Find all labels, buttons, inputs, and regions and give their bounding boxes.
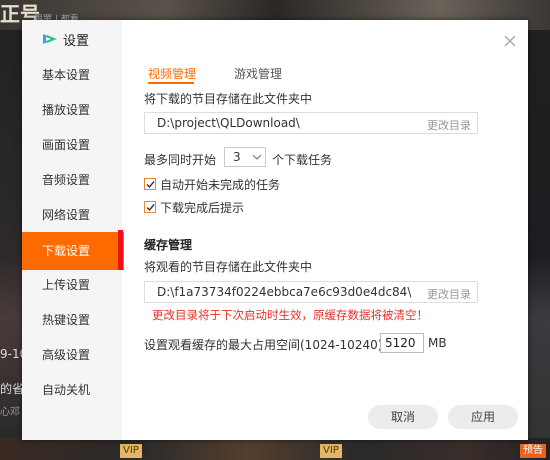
max-cache-space-unit: MB — [428, 336, 447, 350]
sidebar-item-audio[interactable]: 音频设置 — [22, 163, 122, 198]
sidebar-item-auto-shutdown[interactable]: 自动关机 — [22, 373, 122, 408]
tab-video-management[interactable]: 视频管理 — [148, 65, 196, 82]
sidebar-item-label: 基本设置 — [42, 68, 91, 82]
cache-change-dir-button[interactable]: 更改目录 — [427, 286, 471, 302]
sidebar-item-download[interactable]: 下载设置 — [22, 232, 124, 270]
cache-folder-path: D:\f1a73734f0224ebbca7e6c93d0e4dc84\ — [157, 285, 412, 299]
settings-sidebar: 设置 基本设置 播放设置 画面设置 音频设置 网络设置 下载设置 上传设置 热键… — [22, 20, 124, 440]
sidebar-item-picture[interactable]: 画面设置 — [22, 128, 122, 163]
sidebar-item-label: 播放设置 — [42, 103, 91, 117]
sidebar-item-label: 热键设置 — [42, 313, 91, 327]
cache-warning-text: 更改目录将于下次启动时生效，原缓存数据将被清空！ — [152, 308, 428, 322]
download-change-dir-button[interactable]: 更改目录 — [427, 117, 471, 133]
cache-folder-field[interactable]: D:\f1a73734f0224ebbca7e6c93d0e4dc84\ 更改目… — [144, 281, 478, 303]
checkmark-icon — [146, 203, 155, 211]
sidebar-item-upload[interactable]: 上传设置 — [22, 268, 122, 303]
dialog-logo: 设置 — [42, 30, 90, 49]
cache-section-title: 缓存管理 — [144, 238, 193, 252]
download-folder-label: 将下载的节目存储在此文件夹中 — [144, 92, 313, 106]
sidebar-item-playback[interactable]: 播放设置 — [22, 93, 122, 128]
sidebar-item-label: 高级设置 — [42, 348, 91, 362]
auto-start-checkbox[interactable] — [144, 178, 156, 190]
video-app-icon — [43, 34, 57, 44]
background-right-strip — [528, 30, 550, 440]
dialog-title: 设置 — [63, 33, 90, 49]
max-tasks-prefix: 最多同时开始 — [144, 153, 217, 167]
preview-badge: 预告 — [520, 444, 546, 458]
sidebar-item-label: 下载设置 — [42, 244, 91, 258]
sidebar-item-label: 音频设置 — [42, 173, 91, 187]
chevron-down-icon — [252, 154, 262, 160]
sidebar-item-label: 自动关机 — [42, 383, 91, 397]
active-tab-underline — [148, 82, 194, 84]
background-side-text: 的省 — [0, 382, 25, 396]
max-tasks-value: 3 — [233, 150, 241, 164]
download-folder-path: D:\project\QLDownload\ — [157, 116, 300, 130]
sidebar-item-label: 上传设置 — [42, 278, 91, 292]
max-cache-space-input[interactable]: 5120 — [380, 333, 424, 353]
background-left-strip — [0, 30, 22, 440]
cache-folder-label: 将观看的节目存储在此文件夹中 — [144, 260, 313, 274]
sidebar-item-basic[interactable]: 基本设置 — [22, 58, 122, 93]
tab-game-management[interactable]: 游戏管理 — [234, 65, 282, 82]
notify-label: 下载完成后提示 — [160, 201, 245, 215]
background-side-text: 心邓 — [0, 407, 20, 418]
sidebar-item-network[interactable]: 网络设置 — [22, 198, 122, 233]
download-folder-field[interactable]: D:\project\QLDownload\ 更改目录 — [144, 112, 478, 134]
cancel-button[interactable]: 取消 — [368, 405, 438, 429]
max-cache-space-label: 设置观看缓存的最大占用空间(1024-10240) — [144, 338, 383, 352]
sidebar-item-advanced[interactable]: 高级设置 — [22, 338, 122, 373]
vip-badge: VIP — [320, 444, 342, 458]
background-thumbnails: VIP VIP 预告 — [0, 438, 550, 460]
auto-start-label: 自动开始未完成的任务 — [160, 178, 281, 192]
sidebar-item-hotkeys[interactable]: 热键设置 — [22, 303, 122, 338]
settings-dialog: 设置 基本设置 播放设置 画面设置 音频设置 网络设置 下载设置 上传设置 热键… — [22, 20, 528, 440]
settings-content: 视频管理 游戏管理 将下载的节目存储在此文件夹中 D:\project\QLDo… — [122, 20, 528, 440]
sidebar-item-label: 网络设置 — [42, 208, 91, 222]
checkmark-icon — [146, 180, 155, 188]
max-tasks-select[interactable]: 3 — [224, 147, 266, 167]
sidebar-item-label: 画面设置 — [42, 138, 91, 152]
notify-checkbox[interactable] — [144, 201, 156, 213]
max-tasks-suffix: 个下载任务 — [272, 153, 333, 167]
vip-badge: VIP — [120, 444, 142, 458]
apply-button[interactable]: 应用 — [448, 405, 518, 429]
